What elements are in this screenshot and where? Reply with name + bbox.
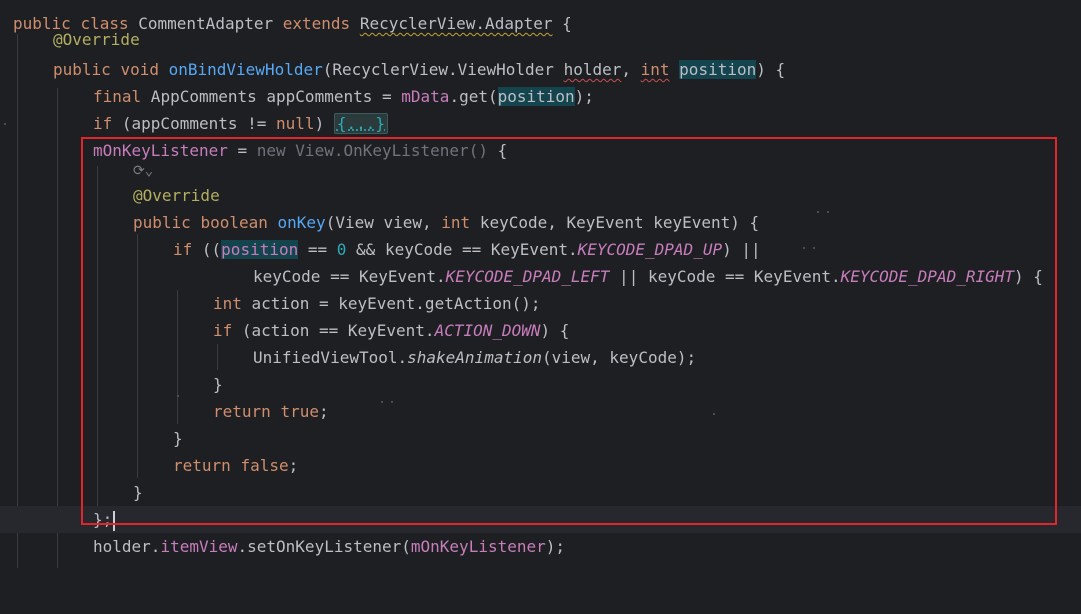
whitespace-dot <box>177 395 179 397</box>
ai-hint-icon[interactable]: ⟳⌄ <box>133 158 153 185</box>
code-line[interactable]: ⟳⌄ <box>0 158 1081 185</box>
static-method: shakeAnimation <box>407 348 542 367</box>
code-line[interactable]: return true; <box>0 398 1081 425</box>
code-line[interactable]: } <box>0 371 1081 398</box>
keyword: void <box>120 60 159 79</box>
code-line[interactable]: @Override <box>0 30 1081 50</box>
constant: KEYCODE_DPAD_LEFT <box>445 267 610 286</box>
whitespace-dot <box>4 123 6 125</box>
code-text: ) { <box>756 60 786 79</box>
code-line[interactable]: UnifiedViewTool.shakeAnimation(view, key… <box>0 344 1081 371</box>
whitespace-dot <box>713 413 715 415</box>
method-name: onBindViewHolder <box>168 60 323 79</box>
code-text: (( <box>192 240 222 259</box>
whitespace-dot <box>817 211 819 213</box>
code-text: UnifiedViewTool. <box>253 348 408 367</box>
number-literal: 0 <box>336 240 347 259</box>
annotation: @Override <box>133 186 220 205</box>
whitespace-dot <box>803 247 805 249</box>
keyword: if <box>213 321 233 340</box>
keyword: boolean <box>200 213 268 232</box>
code-text: == <box>298 240 337 259</box>
code-text: AppComments appComments = <box>141 87 402 106</box>
field: mOnKeyListener <box>410 537 546 556</box>
closing-brace: } <box>173 429 183 448</box>
code-text: (action == KeyEvent. <box>232 321 435 340</box>
whitespace-dot <box>813 247 815 249</box>
whitespace-dot <box>391 401 393 403</box>
parameter-highlight: position <box>679 60 757 79</box>
closing-brace: }; <box>93 510 113 529</box>
field: mData <box>401 87 450 106</box>
code-text: , <box>621 60 641 79</box>
code-text: ) <box>314 114 334 133</box>
code-text: .get( <box>449 87 498 106</box>
code-text: || keyCode == KeyEvent. <box>609 267 841 286</box>
code-text: keyCode, KeyEvent keyEvent) { <box>470 213 760 232</box>
code-line[interactable]: final AppComments appComments = mData.ge… <box>0 83 1081 110</box>
keyword: return <box>213 402 271 421</box>
code-line[interactable]: public void onBindViewHolder(RecyclerVie… <box>0 56 1081 83</box>
whitespace-dot <box>381 401 383 403</box>
annotation: @Override <box>53 30 140 49</box>
keyword: public <box>53 60 111 79</box>
code-line[interactable]: keyCode == KeyEvent.KEYCODE_DPAD_LEFT ||… <box>0 263 1081 290</box>
keyword: if <box>93 114 113 133</box>
code-text: (RecyclerView.ViewHolder <box>322 60 564 79</box>
code-text: ) || <box>722 240 761 259</box>
whitespace-dot <box>827 211 829 213</box>
code-text: keyCode == KeyEvent. <box>253 267 446 286</box>
code-text: (view, keyCode); <box>541 348 697 367</box>
code-text: ; <box>288 456 299 475</box>
closing-brace: } <box>213 375 223 394</box>
code-line[interactable]: if (appComments != null) {...} <box>0 110 1081 137</box>
code-line[interactable]: } <box>0 479 1081 506</box>
code-text: ; <box>318 402 329 421</box>
constant: KEYCODE_DPAD_UP <box>577 240 723 259</box>
keyword: return <box>173 456 231 475</box>
keyword: final <box>93 87 142 106</box>
parameter-highlight: position <box>221 240 299 259</box>
method-name: onKey <box>277 213 326 232</box>
keyword: int <box>213 294 242 313</box>
parameter: holder <box>563 60 622 79</box>
code-text: ) { <box>1014 267 1043 286</box>
code-text: (appComments != <box>112 114 277 133</box>
keyword: int <box>640 60 670 79</box>
code-text: action = keyEvent.getAction(); <box>241 294 541 313</box>
code-text: ); <box>545 537 566 556</box>
code-text: holder. <box>93 537 161 556</box>
code-line[interactable]: } <box>0 425 1081 452</box>
code-text: && keyCode == KeyEvent. <box>346 240 578 259</box>
text-cursor <box>113 510 116 531</box>
code-line[interactable]: if ((position == 0 && keyCode == KeyEven… <box>0 236 1081 263</box>
keyword: public <box>133 213 191 232</box>
code-text: .setOnKeyListener( <box>237 537 411 556</box>
code-line[interactable]: return false; <box>0 452 1081 479</box>
keyword: null <box>276 114 315 133</box>
code-text: ); <box>574 87 594 106</box>
current-code-line[interactable]: }; <box>0 506 1081 533</box>
constant: KEYCODE_DPAD_RIGHT <box>840 267 1014 286</box>
field: itemView <box>160 537 238 556</box>
parameter-highlight: position <box>497 87 575 106</box>
keyword: if <box>173 240 193 259</box>
keyword: false <box>240 456 289 475</box>
constant: ACTION_DOWN <box>434 321 541 340</box>
code-editor[interactable]: public class CommentAdapter extends Recy… <box>0 0 1081 568</box>
code-line[interactable]: holder.itemView.setOnKeyListener(mOnKeyL… <box>0 533 1081 560</box>
folded-code-block[interactable]: {...} <box>333 113 388 134</box>
code-line[interactable]: public boolean onKey(View view, int keyC… <box>0 209 1081 236</box>
code-line[interactable]: @Override <box>0 182 1081 209</box>
keyword: int <box>441 213 471 232</box>
code-line[interactable]: if (action == KeyEvent.ACTION_DOWN) { <box>0 317 1081 344</box>
keyword: true <box>280 402 319 421</box>
code-text: ) { <box>540 321 570 340</box>
code-text: (View view, <box>325 213 442 232</box>
closing-brace: } <box>133 483 143 502</box>
code-line[interactable]: int action = keyEvent.getAction(); <box>0 290 1081 317</box>
